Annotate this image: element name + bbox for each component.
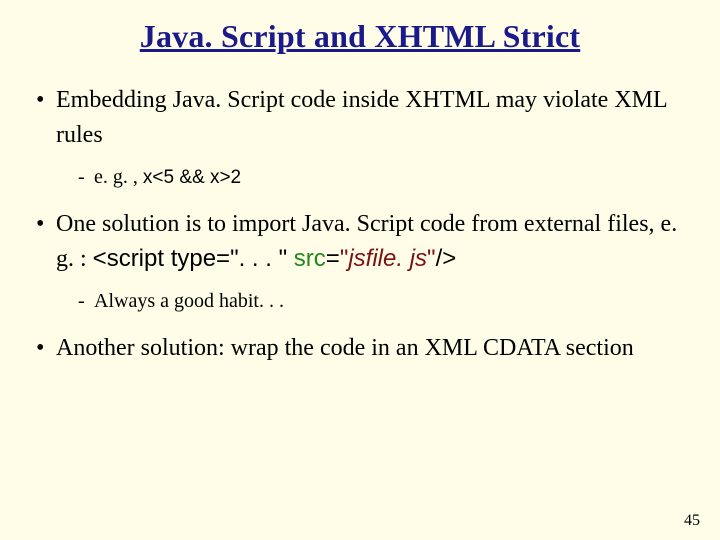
script-tag-open: <script type=". . . "	[93, 245, 294, 272]
page-number: 45	[684, 512, 700, 530]
bullet-1: Embedding Java. Script code inside XHTML…	[34, 83, 686, 193]
slide: Java. Script and XHTML Strict Embedding …	[0, 0, 720, 540]
script-tag-close: />	[436, 245, 457, 272]
bullet-3: Another solution: wrap the code in an XM…	[34, 331, 686, 366]
bullet-1-sub-item: e. g. , x<5 && x>2	[78, 161, 686, 193]
bullet-2: One solution is to import Java. Script c…	[34, 207, 686, 317]
bullet-1-sub-prefix: e. g. ,	[94, 166, 143, 188]
src-attr-name: src	[294, 245, 326, 272]
bullet-list: Embedding Java. Script code inside XHTML…	[34, 83, 686, 365]
bullet-2-sub-item: Always a good habit. . .	[78, 285, 686, 317]
bullet-2-sub: Always a good habit. . .	[56, 285, 686, 317]
bullet-1-sub: e. g. , x<5 && x>2	[56, 161, 686, 193]
src-value: jsfile. js	[348, 245, 427, 272]
slide-title: Java. Script and XHTML Strict	[34, 18, 686, 55]
src-q2: "	[427, 245, 436, 272]
bullet-1-sub-code: x<5 && x>2	[143, 167, 241, 188]
bullet-2-sub-text: Always a good habit. . .	[94, 290, 284, 312]
bullet-1-text: Embedding Java. Script code inside XHTML…	[56, 87, 667, 148]
bullet-3-text: Another solution: wrap the code in an XM…	[56, 335, 634, 361]
src-eq: =	[326, 245, 340, 272]
